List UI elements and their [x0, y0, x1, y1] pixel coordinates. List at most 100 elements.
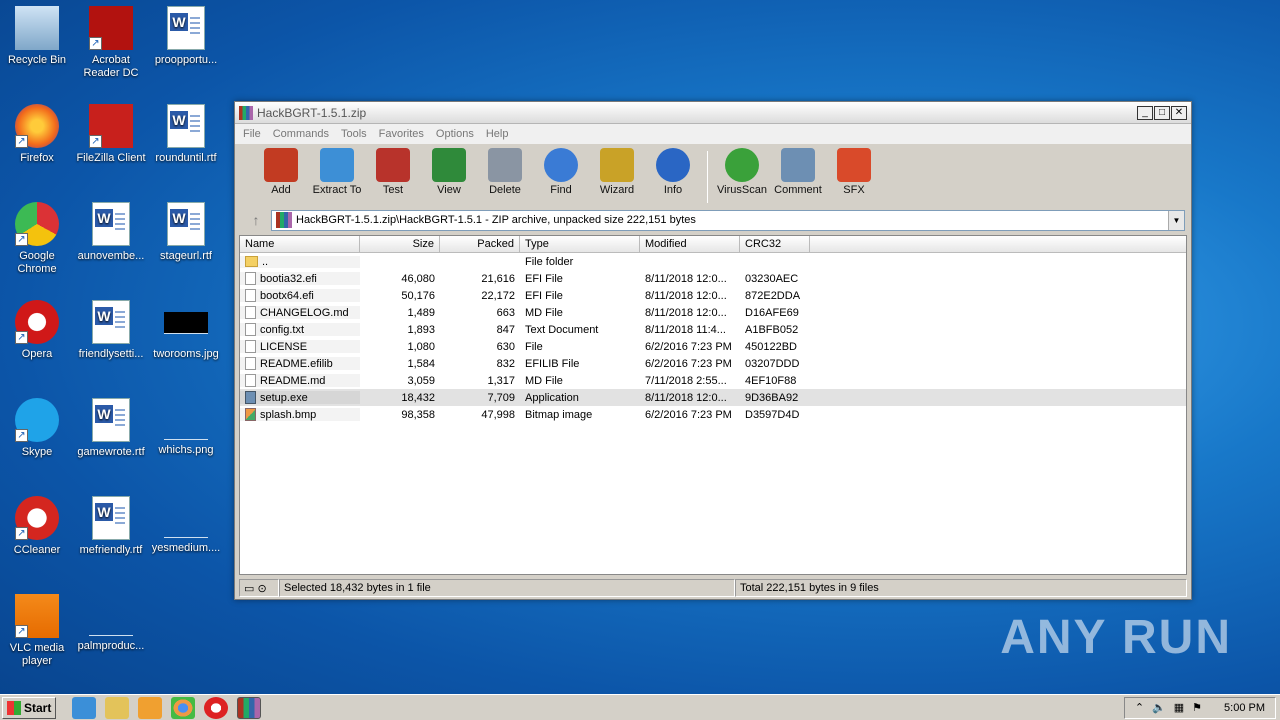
- column-packed[interactable]: Packed: [440, 236, 520, 252]
- opera-taskbar-icon[interactable]: [204, 696, 228, 719]
- desktop-icon[interactable]: ↗ VLC media player: [0, 594, 74, 668]
- menu-item-tools[interactable]: Tools: [341, 128, 367, 140]
- address-dropdown-button[interactable]: ▼: [1168, 210, 1184, 230]
- file-packed: 22,172: [481, 289, 515, 302]
- file-type: MD File: [525, 306, 563, 319]
- info-icon: [656, 148, 690, 182]
- desktop-icon[interactable]: ↗ Firefox: [0, 104, 74, 165]
- ie-taskbar-icon[interactable]: [72, 696, 96, 719]
- desktop-icon[interactable]: gamewrote.rtf: [74, 398, 148, 459]
- minimize-button[interactable]: _: [1137, 105, 1153, 120]
- start-button[interactable]: Start: [2, 696, 56, 719]
- chrome-icon: ↗: [15, 202, 59, 246]
- file-icon: [245, 340, 256, 353]
- desktop-icon[interactable]: proopportu...: [149, 6, 223, 67]
- action-center-flag-icon[interactable]: ⚑: [1192, 701, 1202, 714]
- column-size[interactable]: Size: [360, 236, 440, 252]
- column-name[interactable]: Name: [240, 236, 360, 252]
- desktop-icon[interactable]: mefriendly.rtf: [74, 496, 148, 557]
- skype-icon: ↗: [15, 398, 59, 442]
- toolbar-info-button[interactable]: Info: [645, 147, 701, 196]
- menu-bar: File Commands Tools Favorites Options Help: [235, 124, 1191, 144]
- drive-icon[interactable]: ▭ ⊙: [239, 579, 279, 597]
- desktop-icon[interactable]: ↗ CCleaner: [0, 496, 74, 557]
- desktop-icon[interactable]: aunovembe...: [74, 202, 148, 263]
- file-row[interactable]: bootia32.efi 46,080 21,616 EFI File 8/11/201…: [240, 270, 1186, 287]
- column-modified[interactable]: Modified: [640, 236, 740, 252]
- menu-item-favorites[interactable]: Favorites: [379, 128, 424, 140]
- file-type: EFI File: [525, 289, 563, 302]
- wand-icon: [600, 148, 634, 182]
- desktop-icon[interactable]: Recycle Bin: [0, 6, 74, 67]
- media-player-taskbar-icon[interactable]: [138, 696, 162, 719]
- file-type: EFI File: [525, 272, 563, 285]
- desktop-icon[interactable]: ↗ Opera: [0, 300, 74, 361]
- word-doc-icon: [92, 300, 130, 344]
- file-row[interactable]: CHANGELOG.md 1,489 663 MD File 8/11/2018 12:…: [240, 304, 1186, 321]
- toolbar-virusscan-button[interactable]: VirusScan: [714, 147, 770, 196]
- maximize-button[interactable]: □: [1154, 105, 1170, 120]
- desktop-icon[interactable]: ↗ Acrobat Reader DC: [74, 6, 148, 80]
- toolbar-sfx-button[interactable]: SFX: [826, 147, 882, 196]
- toolbar-comment-button[interactable]: Comment: [770, 147, 826, 196]
- file-size: 18,432: [401, 391, 435, 404]
- menu-item-help[interactable]: Help: [486, 128, 509, 140]
- desktop-icon-label: friendlysetti...: [78, 348, 144, 360]
- file-size: 98,358: [401, 408, 435, 421]
- desktop-icon[interactable]: friendlysetti...: [74, 300, 148, 361]
- desktop-icon[interactable]: ↗ Skype: [0, 398, 74, 459]
- toolbar-test-button[interactable]: Test: [365, 147, 421, 196]
- file-row[interactable]: setup.exe 18,432 7,709 Application 8/11/2018…: [240, 389, 1186, 406]
- column-type[interactable]: Type: [520, 236, 640, 252]
- chrome-taskbar-icon[interactable]: [171, 696, 195, 719]
- file-row[interactable]: config.txt 1,893 847 Text Document 8/11/2018…: [240, 321, 1186, 338]
- winrar-taskbar-icon[interactable]: [237, 696, 261, 719]
- desktop-icon[interactable]: whichs.png: [149, 398, 223, 457]
- toolbar-extract-to-button[interactable]: Extract To: [309, 147, 365, 196]
- start-label: Start: [24, 700, 52, 715]
- clock[interactable]: 5:00 PM: [1224, 702, 1265, 714]
- toolbar: Add Extract To Test View Delete Find Wizard Inf…: [235, 144, 1191, 207]
- desktop-icon[interactable]: ↗ FileZilla Client: [74, 104, 148, 165]
- desktop-icon[interactable]: ↗ Google Chrome: [0, 202, 74, 276]
- file-row[interactable]: README.efilib 1,584 832 EFILIB File 6/2/2016…: [240, 355, 1186, 372]
- file-name-cell: bootx64.efi: [240, 289, 360, 302]
- file-crc32: 03230AEC: [745, 272, 799, 285]
- desktop-icon[interactable]: tworooms.jpg: [149, 300, 223, 361]
- up-folder-button[interactable]: ↑: [241, 210, 271, 230]
- volume-icon[interactable]: 🔈: [1152, 701, 1166, 714]
- file-type: MD File: [525, 374, 563, 387]
- desktop-icon[interactable]: yesmedium....: [149, 496, 223, 555]
- title-bar[interactable]: HackBGRT-1.5.1.zip _ □ ✕: [235, 102, 1191, 124]
- file-crc32: D16AFE69: [745, 306, 799, 319]
- toolbar-add-button[interactable]: Add: [253, 147, 309, 196]
- status-selected: Selected 18,432 bytes in 1 file: [279, 579, 735, 597]
- shortcut-arrow-icon: ↗: [15, 527, 28, 540]
- file-row[interactable]: .. File folder: [240, 253, 1186, 270]
- close-button[interactable]: ✕: [1171, 105, 1187, 120]
- explorer-taskbar-icon[interactable]: [105, 696, 129, 719]
- toolbar-view-button[interactable]: View: [421, 147, 477, 196]
- menu-item-options[interactable]: Options: [436, 128, 474, 140]
- desktop-icon[interactable]: stageurl.rtf: [149, 202, 223, 263]
- column-crc32[interactable]: CRC32: [740, 236, 810, 252]
- file-row[interactable]: splash.bmp 98,358 47,998 Bitmap image 6/2/20…: [240, 406, 1186, 423]
- network-icon[interactable]: ▦: [1174, 701, 1184, 714]
- file-name-cell: ..: [240, 255, 360, 268]
- file-crc32: 4EF10F88: [745, 374, 797, 387]
- toolbar-find-button[interactable]: Find: [533, 147, 589, 196]
- desktop-icon[interactable]: rounduntil.rtf: [149, 104, 223, 165]
- file-row[interactable]: LICENSE 1,080 630 File 6/2/2016 7:23 PM 45012…: [240, 338, 1186, 355]
- desktop-icon[interactable]: palmproduc...: [74, 594, 148, 653]
- file-modified: 7/11/2018 2:55...: [645, 374, 727, 387]
- toolbar-wizard-button[interactable]: Wizard: [589, 147, 645, 196]
- desktop-icon-label: Skype: [21, 446, 53, 458]
- menu-item-commands[interactable]: Commands: [273, 128, 329, 140]
- menu-item-file[interactable]: File: [243, 128, 261, 140]
- file-row[interactable]: README.md 3,059 1,317 MD File 7/11/2018 2:55…: [240, 372, 1186, 389]
- toolbar-label: Info: [663, 184, 683, 196]
- file-row[interactable]: bootx64.efi 50,176 22,172 EFI File 8/11/2018…: [240, 287, 1186, 304]
- toolbar-delete-button[interactable]: Delete: [477, 147, 533, 196]
- address-field[interactable]: HackBGRT-1.5.1.zip\HackBGRT-1.5.1 - ZIP …: [271, 209, 1185, 231]
- tray-expand-icon[interactable]: ⌃: [1135, 701, 1144, 714]
